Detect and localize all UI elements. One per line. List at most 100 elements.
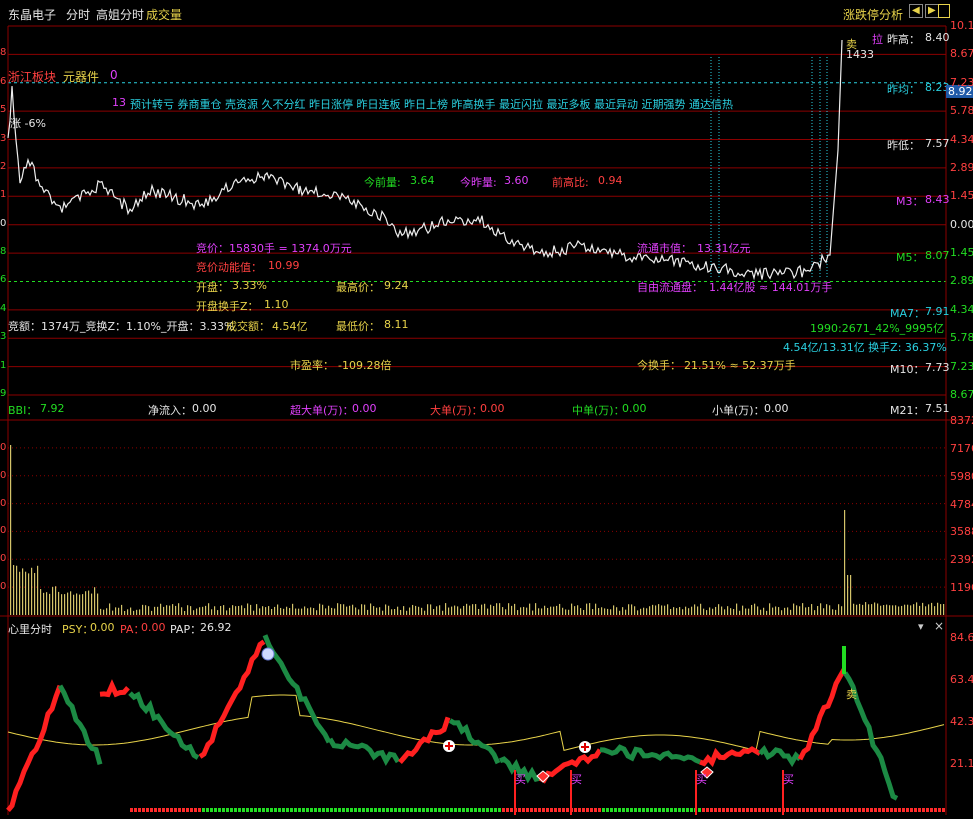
signal-dot — [206, 808, 209, 812]
price-tick-label: 2.89 — [950, 160, 973, 174]
volume-bar — [340, 604, 342, 615]
open-value: 3.33% — [232, 279, 267, 292]
signal-dot — [726, 808, 729, 812]
volume-bar — [613, 605, 615, 615]
signal-dot — [850, 808, 853, 812]
volume-bar — [88, 590, 90, 615]
signal-dot — [142, 808, 145, 812]
price-tick-label-left: 4 — [0, 302, 7, 314]
indicator-tick-label: 42.3 — [950, 715, 973, 728]
volume-bar — [808, 606, 810, 615]
signal-dot — [382, 808, 385, 812]
volume-bar — [367, 609, 369, 615]
signal-dot — [846, 808, 849, 812]
signal-dot — [670, 808, 673, 812]
l-order-label: 大单(万)： — [430, 404, 483, 417]
volume-bar — [898, 606, 900, 615]
signal-dot — [942, 808, 945, 812]
volume-bar — [115, 607, 117, 615]
indicator-buy-mark-2: 买 — [571, 773, 582, 786]
price-tick-label: 4.34 — [950, 302, 973, 316]
volume-bar — [217, 610, 219, 615]
signal-dot — [250, 808, 253, 812]
volume-bar — [913, 604, 915, 615]
signal-dot — [202, 808, 205, 812]
m10-label: M10： — [890, 363, 925, 376]
signal-dot — [902, 808, 905, 812]
signal-dot — [938, 808, 941, 812]
signal-dot — [458, 808, 461, 812]
open-label: 开盘： — [196, 281, 229, 294]
price-tick-label-left: 6 — [0, 274, 7, 286]
volume-bar — [664, 605, 666, 615]
signal-dot — [734, 808, 737, 812]
volume-bar — [499, 603, 501, 615]
ylow-label: 昨低： — [887, 139, 920, 152]
volume-bar — [235, 606, 237, 615]
price-tick-label: 2.89 — [950, 274, 973, 288]
volume-bar — [130, 607, 132, 615]
m3-label: M3： — [896, 195, 924, 208]
signal-dot — [586, 808, 589, 812]
signal-dot — [706, 808, 709, 812]
pap-value: 26.92 — [200, 621, 232, 634]
volume-bar — [424, 610, 426, 615]
volume-bar — [640, 608, 642, 615]
volume-bar — [589, 603, 591, 615]
signal-dot — [718, 808, 721, 812]
volume-bar — [622, 607, 624, 615]
signal-dot — [130, 808, 133, 812]
m5-label: M5： — [896, 251, 924, 264]
signal-dot — [666, 808, 669, 812]
bbi-label: BBI： — [8, 404, 38, 417]
volume-bar — [700, 603, 702, 615]
volume-bar — [568, 609, 570, 615]
volume-bar — [358, 609, 360, 615]
qty-yday-label: 今昨量: — [460, 176, 497, 189]
volume-bar — [133, 610, 135, 615]
indicator-name[interactable]: 心里分时 — [8, 621, 52, 637]
signal-dot — [222, 808, 225, 812]
volume-bar — [778, 607, 780, 615]
m10: 7.73 — [925, 361, 950, 374]
signal-dot — [398, 808, 401, 812]
volume-bar — [628, 604, 630, 615]
signal-dot — [186, 808, 189, 812]
volume-bar — [811, 604, 813, 615]
volume-bar — [139, 609, 141, 615]
close-icon[interactable]: × — [934, 619, 944, 633]
price-tick-label-left: 5 — [0, 104, 7, 116]
signal-dot — [394, 808, 397, 812]
low-label: 最低价： — [336, 320, 380, 333]
signal-dot — [210, 808, 213, 812]
volume-bar — [109, 603, 111, 615]
signal-dot — [906, 808, 909, 812]
price-tick-label: 1.45 — [950, 246, 973, 260]
volume-bar — [805, 607, 807, 615]
signal-dot — [882, 808, 885, 812]
indicator-buy-mark-4: 买 — [783, 773, 794, 786]
indicator-tick-label: 21.1 — [950, 757, 973, 770]
volume-bar — [76, 593, 78, 615]
volume-bar — [733, 609, 735, 615]
volume-bar — [886, 604, 888, 615]
sector-name[interactable]: 浙江板块 — [8, 68, 56, 85]
signal-dot — [246, 808, 249, 812]
volume-bar — [484, 603, 486, 615]
m-order-label: 中单(万)： — [572, 404, 625, 417]
yhigh: 8.40 — [925, 31, 950, 44]
s-order-label: 小单(万)： — [712, 404, 765, 417]
signal-dot — [486, 808, 489, 812]
signal-dot — [790, 808, 793, 812]
signal-dot — [858, 808, 861, 812]
dropdown-icon[interactable]: ▾ — [918, 620, 924, 633]
volume-bar — [169, 605, 171, 615]
volume-bar — [583, 609, 585, 615]
signal-dot — [318, 808, 321, 812]
volume-bar — [91, 593, 93, 615]
volume-tick-label-left: 0 — [0, 581, 7, 593]
signal-dot — [746, 808, 749, 812]
signal-dot — [722, 808, 725, 812]
signal-dot — [642, 808, 645, 812]
signal-dot — [630, 808, 633, 812]
